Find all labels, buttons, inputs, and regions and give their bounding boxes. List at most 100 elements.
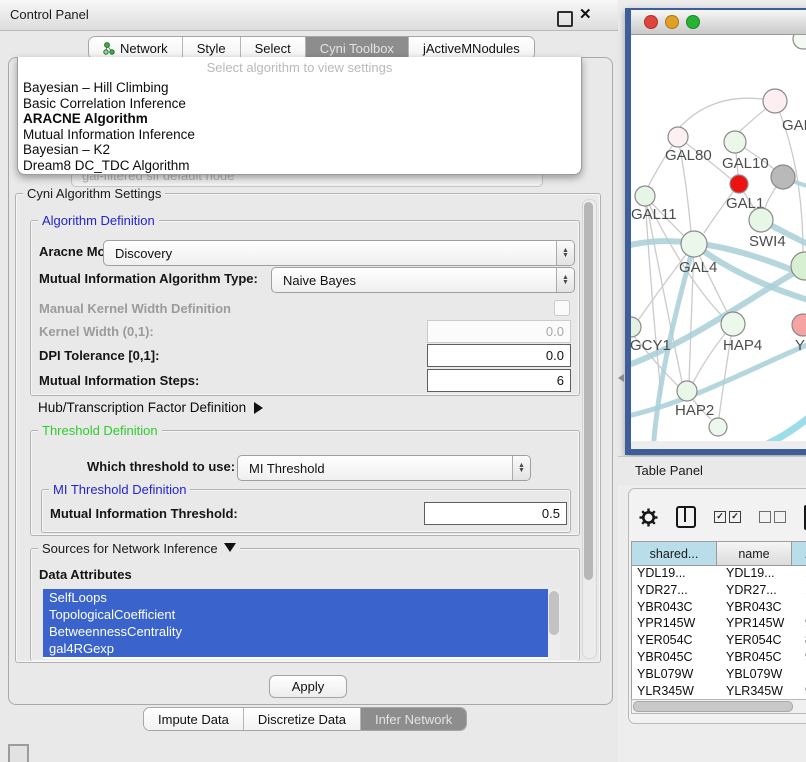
table-panel-titlebar: Table Panel <box>618 456 806 485</box>
gear-icon[interactable] <box>639 508 658 527</box>
data-attribute-item[interactable]: SelfLoops <box>43 589 548 606</box>
network-node[interactable] <box>635 186 655 206</box>
table-cell: YBR045C <box>632 650 721 667</box>
network-node[interactable] <box>681 231 707 257</box>
tab-jactivemnodules[interactable]: jActiveMNodules <box>409 37 534 59</box>
settings-scrollbar-thumb[interactable] <box>584 202 593 580</box>
table-cell: YDR27... <box>721 583 800 600</box>
mi-algorithm-type-select[interactable]: Naive Bayes ▲▼ <box>271 267 575 293</box>
table-horizontal-scrollbar[interactable] <box>631 699 806 714</box>
bottom-tab-bar: Impute Data Discretize Data Infer Networ… <box>143 707 467 731</box>
select-all-columns-icon[interactable]: ✓✓ <box>714 511 741 523</box>
network-node[interactable] <box>677 381 697 401</box>
tab-cyni-toolbox[interactable]: Cyni Toolbox <box>306 37 409 59</box>
network-node[interactable] <box>631 317 641 337</box>
table-row[interactable]: YDR27...YDR27...12 <box>632 583 806 600</box>
algorithm-option[interactable]: Bayesian – Hill Climbing <box>18 80 581 96</box>
tab-discretize-data[interactable]: Discretize Data <box>244 708 361 730</box>
which-threshold-select[interactable]: MI Threshold ▲▼ <box>237 455 531 481</box>
apply-button[interactable]: Apply <box>269 675 347 698</box>
column-header-clipped[interactable]: A <box>792 542 806 565</box>
network-canvas[interactable]: GALGAL80GAL10GAL1GAL11SWI4GAL4GCY1HAP4YH… <box>631 35 806 441</box>
zoom-traffic-light[interactable] <box>686 15 700 29</box>
algorithm-option[interactable]: Basic Correlation Inference <box>18 96 581 112</box>
table-row[interactable]: YBR043CYBR043C <box>632 600 806 617</box>
hub-definition-toggle[interactable]: Hub/Transcription Factor Definition <box>38 400 263 415</box>
unselect-all-columns-icon[interactable]: ✓✓ <box>759 511 786 523</box>
node-label: GAL11 <box>631 206 677 223</box>
network-node[interactable] <box>792 314 806 336</box>
sources-group: Sources for Network Inference Data Attri… <box>30 548 580 661</box>
network-node[interactable] <box>793 35 806 49</box>
tab-infer-network[interactable]: Infer Network <box>361 708 466 730</box>
control-panel-title: Control Panel <box>10 7 89 22</box>
node-table[interactable]: shared... name A YDL19...YDL19...13YDR27… <box>631 541 806 700</box>
network-node[interactable] <box>721 312 745 336</box>
data-attribute-item[interactable]: BetweennessCentrality <box>43 623 548 640</box>
split-pane-collapse-arrow[interactable] <box>618 374 624 382</box>
node-label: GCY1 <box>631 337 671 354</box>
mi-steps-input[interactable] <box>427 369 571 392</box>
attributes-scrollbar[interactable] <box>548 589 560 659</box>
stepper-arrows-icon: ▲▼ <box>556 268 574 292</box>
table-cell: YDR27... <box>632 583 721 600</box>
collapsed-panel-icon[interactable] <box>8 744 29 762</box>
data-attributes-list[interactable]: SelfLoopsTopologicalCoefficientBetweenne… <box>43 589 560 659</box>
table-row[interactable]: YLR345WYLR345W9. <box>632 684 806 700</box>
table-cell <box>800 600 806 617</box>
tab-impute-data[interactable]: Impute Data <box>144 708 244 730</box>
columns-icon[interactable] <box>676 506 696 528</box>
network-node[interactable] <box>724 131 746 153</box>
table-row[interactable]: YDL19...YDL19...13 <box>632 566 806 583</box>
column-header-name[interactable]: name <box>717 542 792 565</box>
cyni-algorithm-settings-group: Cyni Algorithm Settings Algorithm Defini… <box>15 193 601 663</box>
node-label: GAL <box>782 117 806 134</box>
dpi-tolerance-input[interactable] <box>427 344 571 367</box>
table-panel: ✓✓ ✓✓ shared... name A YDL19...YDL19...1… <box>628 488 806 724</box>
chevron-right-icon <box>254 402 263 414</box>
table-header-row: shared... name A <box>632 542 806 566</box>
network-edge[interactable] <box>736 403 806 441</box>
threshold-definition-group: Threshold Definition Which threshold to … <box>30 430 580 536</box>
network-node[interactable] <box>709 418 727 436</box>
mi-threshold-group-title: MI Threshold Definition <box>49 482 190 497</box>
minimize-traffic-light[interactable] <box>665 15 679 29</box>
manual-kernel-width-checkbox[interactable] <box>554 300 570 316</box>
network-node[interactable] <box>668 127 688 147</box>
node-label: GAL80 <box>665 147 712 164</box>
table-row[interactable]: YPR145WYPR145W9. <box>632 616 806 633</box>
close-icon[interactable]: ✕ <box>579 5 592 23</box>
table-row[interactable]: YBR045CYBR045C9. <box>632 650 806 667</box>
table-cell: YLR345W <box>632 684 721 700</box>
table-cell <box>800 667 806 684</box>
aracne-mode-select[interactable]: Discovery ▲▼ <box>103 240 575 266</box>
dpi-tolerance-label: DPI Tolerance [0,1]: <box>39 348 159 363</box>
tab-select[interactable]: Select <box>241 37 306 59</box>
network-node[interactable] <box>749 208 773 232</box>
table-cell: YBL079W <box>721 667 800 684</box>
tab-style[interactable]: Style <box>183 37 241 59</box>
settings-scrollbar[interactable] <box>582 199 597 659</box>
float-window-icon[interactable] <box>557 11 573 27</box>
sources-group-title[interactable]: Sources for Network Inference <box>38 541 240 556</box>
network-node[interactable] <box>763 89 787 113</box>
network-node[interactable] <box>771 165 795 189</box>
tab-network[interactable]: Network <box>89 37 183 59</box>
network-node[interactable] <box>730 175 748 193</box>
mi-threshold-input[interactable] <box>424 502 567 525</box>
close-traffic-light[interactable] <box>644 15 658 29</box>
kernel-width-input[interactable] <box>427 320 571 343</box>
algorithm-option[interactable]: Mutual Information Inference <box>18 127 581 143</box>
column-header-shared-name[interactable]: shared... <box>632 542 717 565</box>
mi-steps-label: Mutual Information Steps: <box>39 373 199 388</box>
data-attribute-item[interactable]: gal4RGexp <box>43 640 548 657</box>
table-row[interactable]: YBL079WYBL079W <box>632 667 806 684</box>
data-attribute-item[interactable]: TopologicalCoefficient <box>43 606 548 623</box>
table-cell: YBR043C <box>632 600 721 617</box>
table-row[interactable]: YER054CYER054C8. <box>632 633 806 650</box>
algorithm-option[interactable]: Dream8 DC_TDC Algorithm <box>18 158 581 174</box>
algorithm-option[interactable]: ARACNE Algorithm <box>18 111 581 127</box>
chevron-down-icon <box>224 543 236 552</box>
algorithm-option[interactable]: Bayesian – K2 <box>18 142 581 158</box>
node-label: HAP2 <box>675 402 714 419</box>
